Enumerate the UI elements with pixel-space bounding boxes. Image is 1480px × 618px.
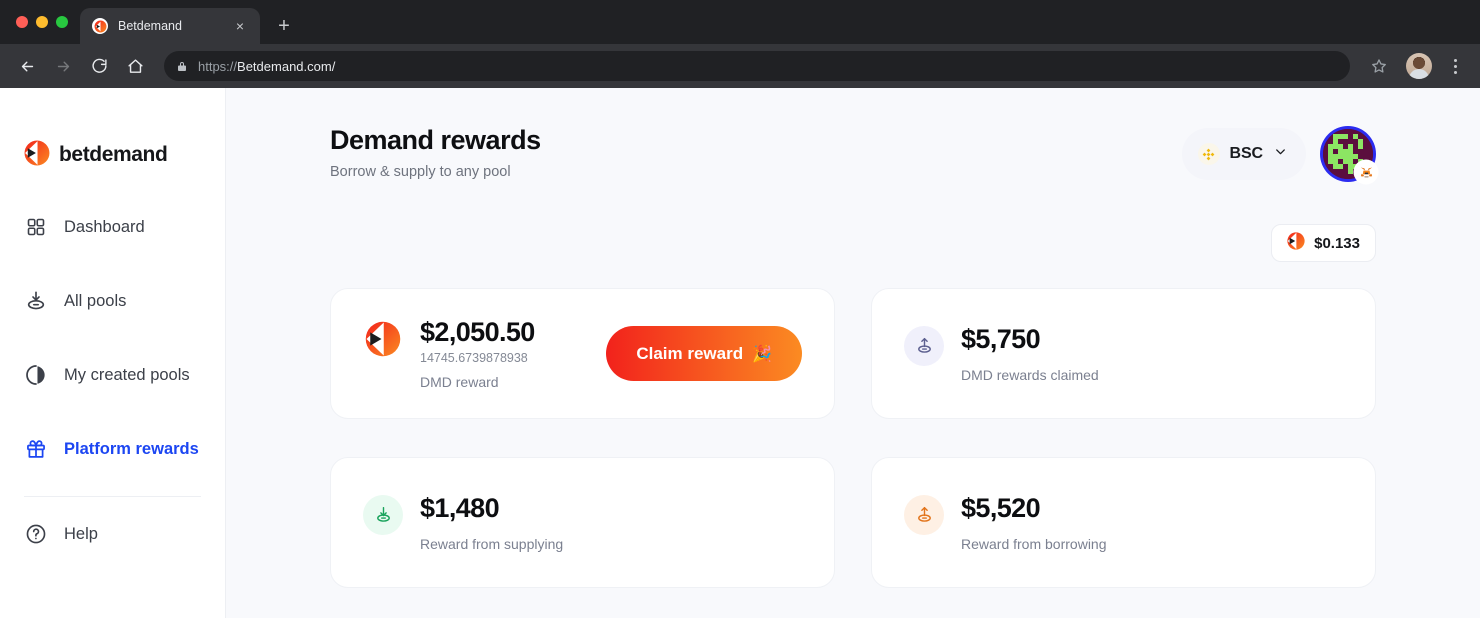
sidebar-item-label: Dashboard xyxy=(64,217,145,236)
browser-window: Betdemand × + https://Betdemand.com/ bet… xyxy=(0,0,1480,618)
download-icon xyxy=(363,494,403,535)
card-text: $5,520 Reward from borrowing xyxy=(961,493,1107,552)
gift-icon xyxy=(24,437,48,461)
bnb-icon xyxy=(1197,143,1220,165)
user-avatar[interactable] xyxy=(1320,126,1377,183)
card-text: $1,480 Reward from supplying xyxy=(420,493,563,552)
url-host: Betdemand.com/ xyxy=(237,58,336,74)
card-label: DMD rewards claimed xyxy=(961,367,1099,384)
card-content: $1,480 Reward from supplying xyxy=(363,493,563,552)
sidebar-item-label: Platform rewards xyxy=(64,439,199,458)
main-content: Demand rewards Borrow & supply to any po… xyxy=(226,88,1480,618)
url-scheme: https:// xyxy=(198,58,238,74)
party-popper-icon: 🎉 xyxy=(752,345,772,363)
sidebar-item-all-pools[interactable]: All pools xyxy=(0,264,225,338)
token-price-value: $0.133 xyxy=(1314,234,1360,252)
back-button[interactable] xyxy=(12,51,42,81)
sidebar-item-label: My created pools xyxy=(64,365,190,384)
card-reward-from-supplying: $1,480 Reward from supplying xyxy=(330,457,835,588)
header-actions: BSC xyxy=(1181,126,1377,183)
page-subtitle: Borrow & supply to any pool xyxy=(330,164,511,181)
address-bar-url: https://Betdemand.com/ xyxy=(198,59,335,74)
chain-selector[interactable]: BSC xyxy=(1181,128,1306,180)
split-circle-icon xyxy=(24,363,48,387)
browser-profile-avatar[interactable] xyxy=(1406,53,1432,79)
dmd-token-icon xyxy=(363,319,403,359)
card-amount: $5,750 xyxy=(961,323,1041,354)
help-circle-icon xyxy=(24,522,48,546)
sidebar-item-platform-rewards[interactable]: Platform rewards xyxy=(0,412,225,486)
forward-button[interactable] xyxy=(48,51,78,81)
claim-reward-button[interactable]: Claim reward 🎉 xyxy=(606,326,802,381)
reward-cards-grid: $2,050.50 14745.6739878938 DMD reward Cl… xyxy=(330,288,1376,588)
card-amount: $2,050.50 xyxy=(420,317,535,348)
star-icon[interactable] xyxy=(1364,51,1394,81)
card-text: $2,050.50 14745.6739878938 DMD reward xyxy=(420,317,535,389)
app-logo-text: betdemand xyxy=(59,143,168,166)
page-title: Demand rewards xyxy=(330,125,541,155)
card-label: DMD reward xyxy=(420,373,499,390)
sidebar-item-dashboard[interactable]: Dashboard xyxy=(0,190,225,264)
upload-icon xyxy=(904,494,944,535)
download-pool-icon xyxy=(24,289,48,313)
betdemand-logo-icon xyxy=(92,18,108,34)
card-reward-from-borrowing: $5,520 Reward from borrowing xyxy=(871,457,1376,588)
chain-selector-label: BSC xyxy=(1229,145,1264,162)
claim-reward-button-label: Claim reward xyxy=(636,343,744,363)
card-content: $2,050.50 14745.6739878938 DMD reward xyxy=(363,317,535,390)
sidebar-item-label: All pools xyxy=(64,291,127,310)
new-tab-button[interactable]: + xyxy=(270,12,298,40)
card-text: $5,750 DMD rewards claimed xyxy=(961,324,1099,383)
kebab-menu-icon[interactable] xyxy=(1442,51,1468,81)
browser-toolbar: https://Betdemand.com/ xyxy=(0,44,1480,88)
card-content: $5,750 DMD rewards claimed xyxy=(904,324,1099,383)
window-traffic-lights xyxy=(12,0,80,44)
browser-tab-strip: Betdemand × + xyxy=(0,0,1480,44)
maximize-window-button[interactable] xyxy=(56,16,68,28)
dmd-token-icon xyxy=(1287,231,1305,255)
card-dmd-rewards-claimed: $5,750 DMD rewards claimed xyxy=(871,288,1376,419)
grid-icon xyxy=(24,215,48,239)
metamask-fox-icon xyxy=(1355,161,1377,183)
address-bar[interactable]: https://Betdemand.com/ xyxy=(164,51,1350,81)
sidebar-item-label: Help xyxy=(64,524,98,543)
card-raw-amount: 14745.6739878938 xyxy=(420,350,528,365)
minimize-window-button[interactable] xyxy=(36,16,48,28)
sidebar-nav: Dashboard All pools My created pools Pla… xyxy=(0,190,225,571)
home-button[interactable] xyxy=(120,51,150,81)
sidebar-item-help[interactable]: Help xyxy=(0,497,225,571)
token-price-row: $0.133 xyxy=(330,224,1376,262)
card-amount: $5,520 xyxy=(961,492,1041,523)
card-amount: $1,480 xyxy=(420,492,500,523)
app-viewport: betdemand Dashboard All pools My created… xyxy=(0,88,1480,618)
upload-icon xyxy=(904,325,944,366)
page-header-text: Demand rewards Borrow & supply to any po… xyxy=(330,124,541,180)
browser-tab[interactable]: Betdemand × xyxy=(80,8,260,44)
card-dmd-reward: $2,050.50 14745.6739878938 DMD reward Cl… xyxy=(330,288,835,419)
card-content: $5,520 Reward from borrowing xyxy=(904,493,1107,552)
page-header: Demand rewards Borrow & supply to any po… xyxy=(330,124,1377,183)
token-price-chip[interactable]: $0.133 xyxy=(1271,224,1376,262)
sidebar-item-my-created-pools[interactable]: My created pools xyxy=(0,338,225,412)
reload-button[interactable] xyxy=(84,51,114,81)
card-label: Reward from borrowing xyxy=(961,536,1107,553)
chevron-down-icon xyxy=(1273,144,1288,164)
close-window-button[interactable] xyxy=(16,16,28,28)
app-logo[interactable]: betdemand xyxy=(0,88,225,184)
close-tab-button[interactable]: × xyxy=(232,18,248,34)
card-label: Reward from supplying xyxy=(420,536,564,553)
browser-tab-title: Betdemand xyxy=(118,19,182,33)
betdemand-logo-icon xyxy=(24,140,50,171)
lock-icon xyxy=(176,60,188,73)
sidebar: betdemand Dashboard All pools My created… xyxy=(0,88,226,618)
